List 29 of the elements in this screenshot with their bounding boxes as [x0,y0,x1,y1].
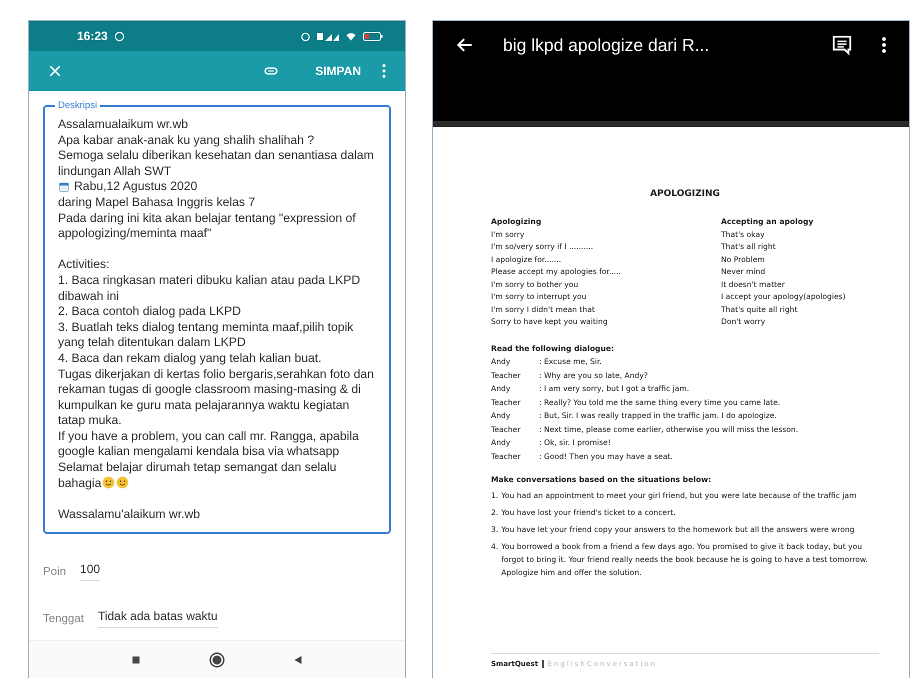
description-paragraph: Tugas dikerjakan di kertas folio bergaris,serahkan foto dan rekaman tugas di google classroom masing-masing & di kumpulkan ke guru mata pelajarannya waktu kegiatan tatap muka. [58,366,375,429]
calendar-icon [58,181,70,194]
description-paragraph: daring Mapel Bahasa Inggris kelas 7 Pada daring ini kita akan belajar tentang "expression of appologizing/meminta maaf" [58,194,357,242]
comment-icon [831,34,853,56]
event-date: Rabu,12 Agustus 2020 [74,179,198,195]
close-icon [47,63,63,79]
back-icon [292,654,304,666]
document-title: big lkpd apologize dari R... [503,34,710,56]
status-time: 16:23 [77,29,108,43]
more-icon [381,63,387,79]
field-label: Deskripsi [55,100,100,111]
more-icon [881,36,887,54]
input-field[interactable]: Tidak ada batas waktu [98,609,218,628]
input-field[interactable]: 100 [80,562,100,582]
smiley-icon [102,476,116,489]
description-paragraph: Wassalamu'alaikum wr.wb [58,506,202,522]
square-nav-icon [130,654,142,666]
home-icon [208,650,226,668]
signal-icon [317,30,339,42]
description-paragraph: If you have a problem, you can call mr. Rangga, apabila google kalian mengalami kendala bisa via whatsapp [58,428,360,460]
wifi-icon [345,30,357,42]
field-label: Tenggat [43,612,84,625]
document-heading: APOLOGIZING [649,189,721,199]
field-label: Poin [43,566,66,578]
description-paragraph: Selamat belajar dirumah tetap semangat dan selalu bahagia [58,460,338,492]
battery-icon [363,30,383,42]
description-paragraph: Assalamualaikum wr.wb Apa kabar anak-anak ku yang shalih shalihah ? Semoga selalu diberikan kesehatan dan senantiasa dalam lindungan Allah SWT [58,117,375,180]
description-paragraph: Activities: 1. Baca ringkasan materi dibuku kalian atau pada LKPD dibawah ini 2. Baca contoh dialog pada LKPD 3. Buatlah teks dialog tentang meminta maaf,pilih topik yang telah ditentukan dalam LKPD 4. Baca dan rekam dialog yang telah kalian buat. [58,257,362,366]
smiley-icon [116,476,130,489]
